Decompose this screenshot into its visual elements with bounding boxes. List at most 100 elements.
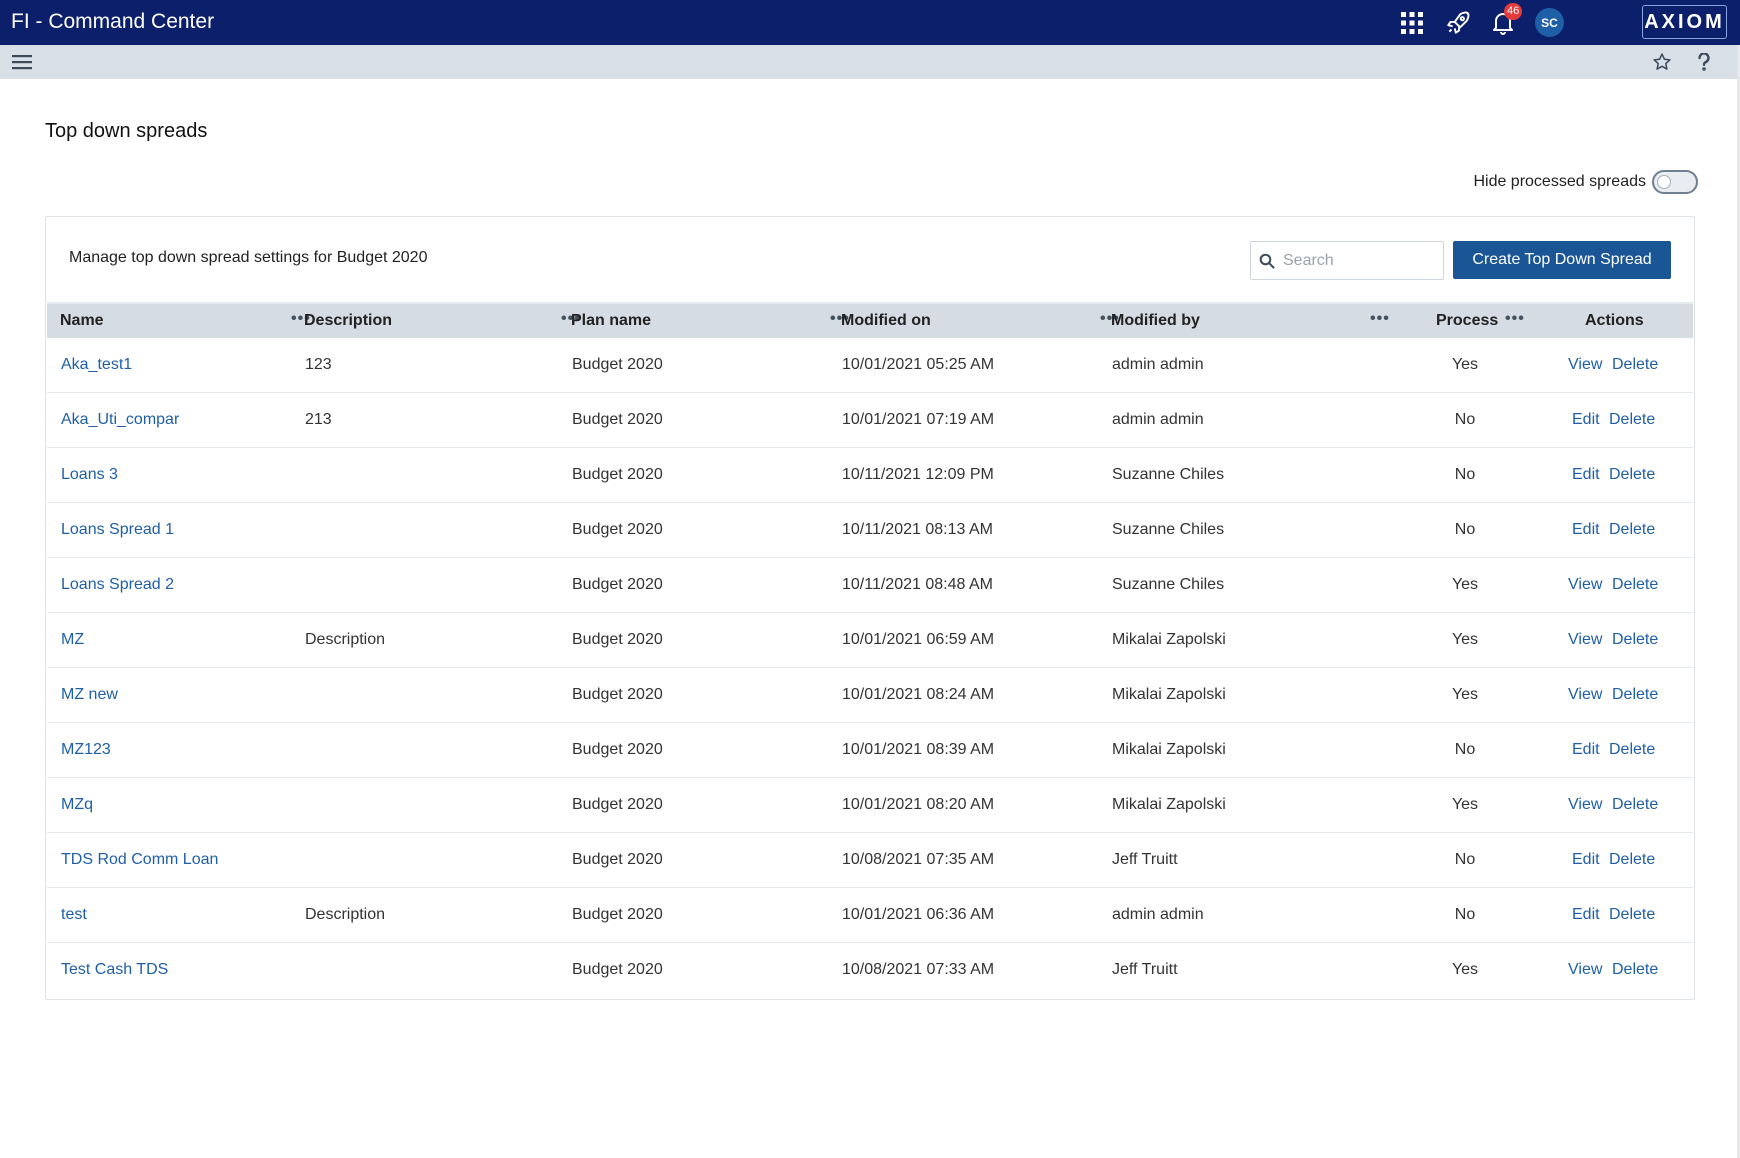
spread-name-link[interactable]: MZ new	[61, 668, 118, 722]
table-row: MZ new Budget 2020 10/01/2021 08:24 AM M…	[47, 668, 1693, 723]
search-input[interactable]	[1283, 251, 1433, 270]
column-header-name[interactable]: Name	[60, 304, 104, 338]
modified-by-cell: Jeff Truitt	[1112, 961, 1178, 978]
rocket-icon[interactable]	[1443, 8, 1473, 38]
delete-link[interactable]: Delete	[1612, 613, 1658, 667]
modified-by-cell: admin admin	[1112, 411, 1204, 428]
view-link[interactable]: View	[1568, 668, 1602, 722]
delete-link[interactable]: Delete	[1609, 888, 1655, 942]
search-box[interactable]	[1250, 241, 1444, 280]
column-header-actions: Actions	[1585, 312, 1644, 329]
modified-on-cell: 10/01/2021 08:24 AM	[842, 686, 995, 703]
hide-processed-spreads-control: Hide processed spreads	[1473, 170, 1698, 194]
plan-name-cell: Budget 2020	[572, 961, 663, 978]
spread-name-link[interactable]: Loans Spread 2	[61, 558, 174, 612]
user-avatar[interactable]: SC	[1535, 8, 1564, 37]
delete-link[interactable]: Delete	[1612, 668, 1658, 722]
modified-on-cell: 10/01/2021 06:59 AM	[842, 631, 995, 648]
spread-name-link[interactable]: Loans Spread 1	[61, 503, 174, 557]
toggle-knob	[1657, 175, 1671, 189]
spread-name-link[interactable]: MZq	[61, 778, 93, 832]
process-cell: No	[1454, 521, 1476, 538]
column-menu-modified-by[interactable]: •••	[1370, 304, 1390, 338]
column-menu-process[interactable]: •••	[1505, 304, 1525, 338]
delete-link[interactable]: Delete	[1609, 503, 1655, 557]
table-header: Name ••• Description ••• Plan name ••• M…	[47, 302, 1693, 338]
column-header-modified-by[interactable]: Modified by	[1111, 304, 1200, 338]
table-row: MZq Budget 2020 10/01/2021 08:20 AM Mika…	[47, 778, 1693, 833]
edit-link[interactable]: Edit	[1572, 833, 1600, 887]
create-top-down-spread-button[interactable]: Create Top Down Spread	[1453, 241, 1671, 279]
table-row: Aka_Uti_compar 213 Budget 2020 10/01/202…	[47, 393, 1693, 448]
table-row: Loans Spread 2 Budget 2020 10/11/2021 08…	[47, 558, 1693, 613]
table-row: Loans 3 Budget 2020 10/11/2021 12:09 PM …	[47, 448, 1693, 503]
view-link[interactable]: View	[1568, 778, 1602, 832]
plan-name-cell: Budget 2020	[572, 411, 663, 428]
plan-name-cell: Budget 2020	[572, 576, 663, 593]
delete-link[interactable]: Delete	[1612, 943, 1658, 997]
modified-by-cell: Suzanne Chiles	[1112, 521, 1225, 538]
help-question-icon[interactable]	[1692, 51, 1716, 73]
plan-name-cell: Budget 2020	[572, 906, 663, 923]
delete-link[interactable]: Delete	[1609, 448, 1655, 502]
notifications-bell-icon[interactable]: 46	[1488, 3, 1523, 38]
edit-link[interactable]: Edit	[1572, 888, 1600, 942]
spread-name-link[interactable]: Test Cash TDS	[61, 943, 168, 997]
modified-on-cell: 10/01/2021 06:36 AM	[842, 906, 995, 923]
column-header-modified-on[interactable]: Modified on	[841, 304, 931, 338]
modified-on-cell: 10/01/2021 07:19 AM	[842, 411, 995, 428]
modified-by-cell: Mikalai Zapolski	[1112, 631, 1226, 648]
modified-on-cell: 10/11/2021 08:48 AM	[842, 576, 993, 593]
modified-by-cell: admin admin	[1112, 906, 1204, 923]
page-title: Top down spreads	[45, 120, 208, 142]
spread-name-link[interactable]: TDS Rod Comm Loan	[61, 833, 218, 887]
process-cell: No	[1454, 466, 1476, 483]
delete-link[interactable]: Delete	[1612, 338, 1658, 392]
column-header-plan-name[interactable]: Plan name	[571, 304, 651, 338]
spread-name-link[interactable]: Aka_Uti_compar	[61, 393, 179, 447]
edit-link[interactable]: Edit	[1572, 448, 1600, 502]
plan-name-cell: Budget 2020	[572, 796, 663, 813]
edit-link[interactable]: Edit	[1572, 503, 1600, 557]
delete-link[interactable]: Delete	[1612, 778, 1658, 832]
edit-link[interactable]: Edit	[1572, 723, 1600, 777]
spread-name-link[interactable]: test	[61, 888, 87, 942]
favorite-star-icon[interactable]	[1650, 51, 1674, 73]
column-header-process[interactable]: Process	[1436, 304, 1498, 338]
app-title: FI - Command Center	[11, 10, 215, 33]
spread-name-link[interactable]: MZ	[61, 613, 84, 667]
table-body: Aka_test1 123 Budget 2020 10/01/2021 05:…	[47, 338, 1693, 998]
spread-name-link[interactable]: Aka_test1	[61, 338, 132, 392]
delete-link[interactable]: Delete	[1612, 558, 1658, 612]
delete-link[interactable]: Delete	[1609, 393, 1655, 447]
edit-link[interactable]: Edit	[1572, 393, 1600, 447]
delete-link[interactable]: Delete	[1609, 833, 1655, 887]
modified-by-cell: admin admin	[1112, 356, 1204, 373]
table-row: Test Cash TDS Budget 2020 10/08/2021 07:…	[47, 943, 1693, 998]
table-row: Loans Spread 1 Budget 2020 10/11/2021 08…	[47, 503, 1693, 558]
process-cell: Yes	[1451, 686, 1479, 703]
plan-name-cell: Budget 2020	[572, 356, 663, 373]
table-row: MZ Description Budget 2020 10/01/2021 06…	[47, 613, 1693, 668]
axiom-logo: AXIOM	[1642, 5, 1727, 39]
process-cell: Yes	[1451, 631, 1479, 648]
view-link[interactable]: View	[1568, 558, 1602, 612]
view-link[interactable]: View	[1568, 338, 1602, 392]
modified-on-cell: 10/11/2021 08:13 AM	[842, 521, 993, 538]
hamburger-menu-icon[interactable]	[10, 51, 34, 73]
view-link[interactable]: View	[1568, 943, 1602, 997]
view-link[interactable]: View	[1568, 613, 1602, 667]
top-bar: FI - Command Center 46 SC AXIOM	[0, 0, 1740, 45]
spread-name-link[interactable]: Loans 3	[61, 448, 118, 502]
modified-on-cell: 10/01/2021 08:39 AM	[842, 741, 995, 758]
app-launcher-grid-icon[interactable]	[1397, 8, 1427, 38]
hide-processed-spreads-toggle[interactable]	[1652, 170, 1698, 194]
modified-on-cell: 10/01/2021 08:20 AM	[842, 796, 995, 813]
delete-link[interactable]: Delete	[1609, 723, 1655, 777]
spread-name-link[interactable]: MZ123	[61, 723, 111, 777]
process-cell: Yes	[1451, 356, 1479, 373]
column-header-description[interactable]: Description	[304, 304, 392, 338]
table-row: Aka_test1 123 Budget 2020 10/01/2021 05:…	[47, 338, 1693, 393]
modified-by-cell: Mikalai Zapolski	[1112, 741, 1226, 758]
process-cell: No	[1454, 741, 1476, 758]
